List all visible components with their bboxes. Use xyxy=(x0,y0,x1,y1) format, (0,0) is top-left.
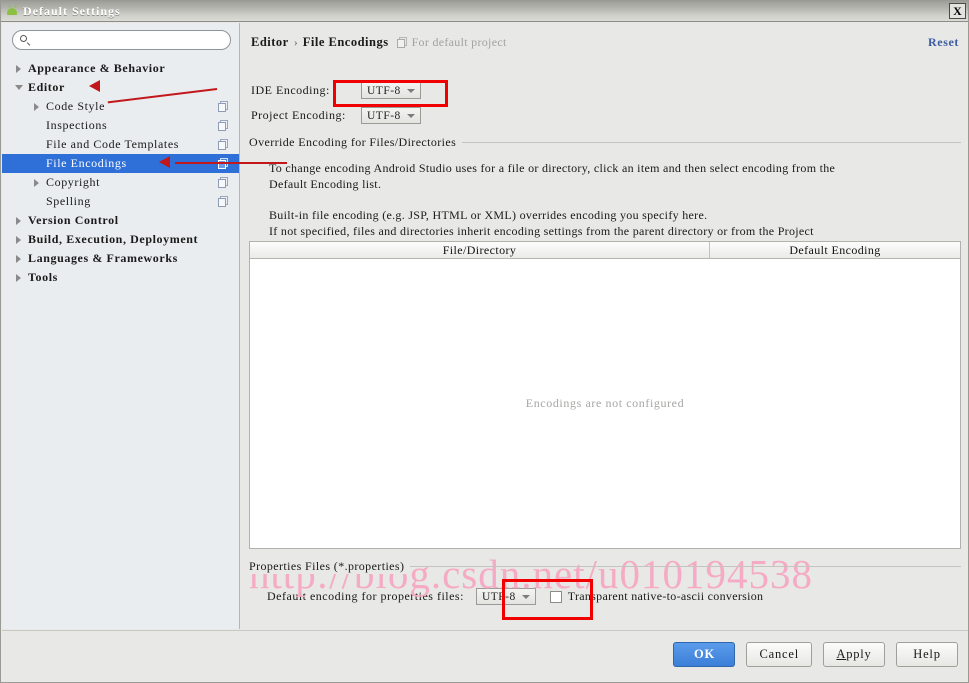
properties-encoding-value: UTF-8 xyxy=(481,590,516,603)
dialog-button-row: OK Cancel Apply Help xyxy=(673,642,958,667)
copy-scope-icon[interactable] xyxy=(218,177,229,188)
settings-tree: Appearance & Behavior Editor Code Style Ins… xyxy=(2,59,239,287)
encodings-table[interactable]: File/Directory Default Encoding Encoding… xyxy=(249,241,961,549)
copy-scope-icon[interactable] xyxy=(218,196,229,207)
window-titlebar: Default Settings X xyxy=(1,1,968,22)
table-empty-message: Encodings are not configured xyxy=(525,396,685,410)
breadcrumb-category: Editor xyxy=(251,35,289,49)
search-icon xyxy=(20,34,31,46)
desc-line-4: If not specified, files and directories … xyxy=(269,224,814,238)
dialog-footer: OK Cancel Apply Help xyxy=(2,630,968,682)
breadcrumb-page: File Encodings xyxy=(302,35,389,49)
sidebar-item-label: Code Style xyxy=(46,99,105,113)
sidebar-item-label: Languages & Frameworks xyxy=(28,251,178,265)
transparent-native-to-ascii-checkbox[interactable] xyxy=(549,590,562,603)
sidebar-item-inspections[interactable]: Inspections xyxy=(2,116,239,135)
chevron-right-icon[interactable] xyxy=(14,253,25,264)
settings-dialog: Default Settings X Appearance & Behavior… xyxy=(0,0,969,683)
copy-scope-icon[interactable] xyxy=(218,120,229,131)
project-encoding-combo[interactable]: UTF-8 xyxy=(361,107,421,124)
apply-label-rest: pply xyxy=(846,647,872,661)
ide-encoding-combo[interactable]: UTF-8 xyxy=(361,82,421,99)
search-container xyxy=(2,23,239,54)
transparent-native-to-ascii-label: Transparent native-to-ascii conversion xyxy=(567,589,764,603)
sidebar-item-file-and-code-templates[interactable]: File and Code Templates xyxy=(2,135,239,154)
sidebar-item-file-encodings[interactable]: File Encodings xyxy=(2,154,239,173)
properties-encoding-row: Default encoding for properties files: U… xyxy=(267,588,763,605)
project-encoding-value: UTF-8 xyxy=(367,109,401,122)
search-box[interactable] xyxy=(12,30,231,50)
override-encoding-group: Override Encoding for Files/Directories … xyxy=(249,135,961,255)
chevron-right-icon[interactable] xyxy=(14,234,25,245)
cancel-button[interactable]: Cancel xyxy=(746,642,812,667)
column-header-file-directory[interactable]: File/Directory xyxy=(250,242,710,258)
chevron-down-icon xyxy=(406,88,415,93)
sidebar-item-build-execution-deployment[interactable]: Build, Execution, Deployment xyxy=(2,230,239,249)
ok-button[interactable]: OK xyxy=(673,642,736,667)
desc-line-1: To change encoding Android Studio uses f… xyxy=(269,161,836,175)
sidebar-item-label: Spelling xyxy=(46,194,91,208)
properties-files-group: Properties Files (*.properties) xyxy=(249,559,961,574)
sidebar-item-label: Copyright xyxy=(46,175,101,189)
project-encoding-row: Project Encoding: UTF-8 xyxy=(251,107,421,124)
breadcrumb-separator: › xyxy=(293,35,298,49)
sidebar-item-label: Appearance & Behavior xyxy=(28,61,166,75)
sidebar-item-label: Build, Execution, Deployment xyxy=(28,232,199,246)
sidebar-item-copyright[interactable]: Copyright xyxy=(2,173,239,192)
sidebar-item-code-style[interactable]: Code Style xyxy=(2,97,239,116)
sidebar-item-label: Version Control xyxy=(28,213,119,227)
sidebar-item-spelling[interactable]: Spelling xyxy=(2,192,239,211)
column-header-default-encoding[interactable]: Default Encoding xyxy=(710,242,960,258)
chevron-right-icon[interactable] xyxy=(14,272,25,283)
copy-scope-icon xyxy=(396,37,408,48)
sidebar-item-languages-frameworks[interactable]: Languages & Frameworks xyxy=(2,249,239,268)
search-input[interactable] xyxy=(35,32,220,48)
sidebar-item-label: File and Code Templates xyxy=(46,137,180,151)
chevron-down-icon xyxy=(406,113,415,118)
sidebar-item-label: Inspections xyxy=(46,118,108,132)
desc-line-3: Built-in file encoding (e.g. JSP, HTML o… xyxy=(269,208,708,222)
chevron-down-icon xyxy=(521,594,530,599)
copy-scope-icon[interactable] xyxy=(218,158,229,169)
chevron-right-icon[interactable] xyxy=(32,101,43,112)
project-encoding-label: Project Encoding: xyxy=(251,108,346,122)
copy-scope-icon[interactable] xyxy=(218,139,229,150)
sidebar-item-label: File Encodings xyxy=(46,156,127,170)
close-icon[interactable]: X xyxy=(949,3,966,19)
help-button[interactable]: Help xyxy=(896,642,958,667)
reset-link[interactable]: Reset xyxy=(928,35,959,50)
chevron-down-icon[interactable] xyxy=(14,82,25,93)
breadcrumb: Editor › File Encodings For default proj… xyxy=(251,35,507,50)
chevron-right-icon[interactable] xyxy=(32,177,43,188)
chevron-right-icon[interactable] xyxy=(14,63,25,74)
properties-encoding-combo[interactable]: UTF-8 xyxy=(475,588,536,605)
copy-scope-icon[interactable] xyxy=(218,101,229,112)
window-title: Default Settings xyxy=(23,3,121,18)
apply-button[interactable]: Apply xyxy=(823,642,885,667)
table-body: Encodings are not configured xyxy=(250,259,960,548)
sidebar-item-tools[interactable]: Tools xyxy=(2,268,239,287)
desc-line-2: Default Encoding list. xyxy=(269,177,382,191)
android-studio-icon xyxy=(5,4,19,18)
sidebar-item-label: Tools xyxy=(28,270,58,284)
sidebar-item-label: Editor xyxy=(28,80,65,94)
properties-files-group-title: Properties Files (*.properties) xyxy=(249,559,411,574)
override-encoding-group-title: Override Encoding for Files/Directories xyxy=(249,135,463,150)
table-header: File/Directory Default Encoding xyxy=(250,242,960,259)
properties-encoding-label: Default encoding for properties files: xyxy=(267,589,464,603)
ide-encoding-row: IDE Encoding: UTF-8 xyxy=(251,82,421,99)
breadcrumb-scope-note: For default project xyxy=(411,35,507,49)
sidebar-item-appearance-behavior[interactable]: Appearance & Behavior xyxy=(2,59,239,78)
ide-encoding-label: IDE Encoding: xyxy=(251,83,330,97)
ide-encoding-value: UTF-8 xyxy=(367,84,401,97)
apply-mnemonic: A xyxy=(836,647,847,661)
sidebar-item-editor[interactable]: Editor xyxy=(2,78,239,97)
settings-sidebar: Appearance & Behavior Editor Code Style Ins… xyxy=(2,23,240,629)
sidebar-item-version-control[interactable]: Version Control xyxy=(2,211,239,230)
chevron-right-icon[interactable] xyxy=(14,215,25,226)
